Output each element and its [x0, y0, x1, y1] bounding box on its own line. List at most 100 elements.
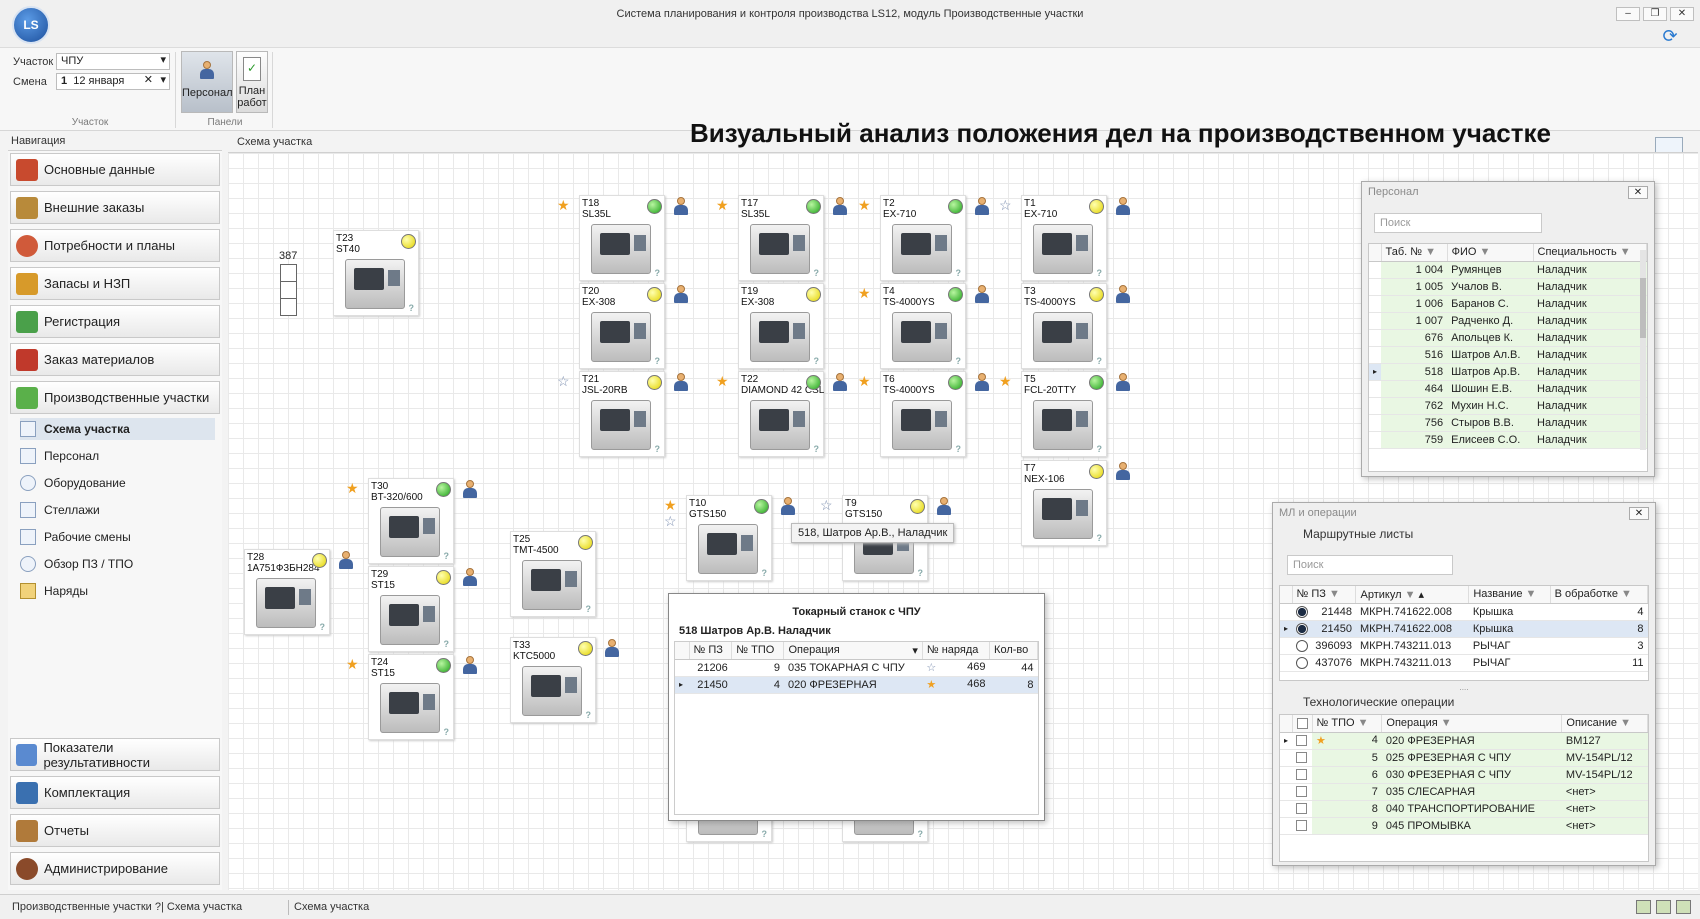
filter-icon[interactable]: ▼: [1405, 589, 1416, 601]
routes-search-input[interactable]: Поиск: [1287, 555, 1453, 575]
nav-sub-shifts[interactable]: Рабочие смены: [20, 526, 220, 548]
app-logo-icon[interactable]: LS: [12, 6, 50, 44]
help-icon[interactable]: ?: [814, 444, 820, 454]
help-icon[interactable]: ?: [1097, 356, 1103, 366]
operator-person-icon[interactable]: [973, 285, 991, 304]
close-window-button[interactable]: ✕: [1670, 7, 1694, 21]
close-icon[interactable]: ✕: [1629, 507, 1649, 520]
nav-stock-wip[interactable]: Запасы и НЗП: [10, 267, 220, 300]
layout-icon[interactable]: [1636, 900, 1651, 914]
help-icon[interactable]: ?: [409, 303, 415, 313]
operator-person-icon[interactable]: [1114, 285, 1132, 304]
help-icon[interactable]: ?: [655, 444, 661, 454]
nav-registration[interactable]: Регистрация: [10, 305, 220, 338]
operator-person-icon[interactable]: [603, 639, 621, 658]
help-icon[interactable]: ?: [586, 710, 592, 720]
star-filled-icon[interactable]: ★: [716, 374, 729, 388]
restore-button[interactable]: ❐: [1643, 7, 1667, 21]
star-outline-icon[interactable]: ☆: [999, 198, 1012, 212]
help-icon[interactable]: ?: [814, 356, 820, 366]
help-icon[interactable]: ?: [918, 568, 924, 578]
help-icon[interactable]: ?: [1097, 533, 1103, 543]
star-filled-icon[interactable]: ★: [858, 374, 871, 388]
layout-icon[interactable]: [1676, 900, 1691, 914]
operator-person-icon[interactable]: [973, 373, 991, 392]
help-icon[interactable]: ?: [762, 568, 768, 578]
row-checkbox[interactable]: [1292, 783, 1313, 801]
nav-material-order[interactable]: Заказ материалов: [10, 343, 220, 376]
row-radio[interactable]: [1296, 622, 1309, 635]
column-header[interactable]: № ПЗ: [689, 642, 733, 660]
star-outline-icon[interactable]: ☆: [557, 374, 570, 388]
table-row[interactable]: 21448 МКРН.741622.008 Крышка 4: [1280, 603, 1648, 621]
filter-icon[interactable]: ▼: [1425, 246, 1436, 258]
row-radio[interactable]: [1296, 639, 1309, 652]
row-radio[interactable]: [1296, 605, 1309, 618]
operator-person-icon[interactable]: [973, 197, 991, 216]
nav-administration[interactable]: Администрирование: [10, 852, 220, 885]
operator-person-icon[interactable]: [831, 373, 849, 392]
table-row[interactable]: ▸ 21450 4 020 ФРЕЗЕРНАЯ ★ 468 8: [675, 676, 1038, 694]
nav-basic-data[interactable]: Основные данные: [10, 153, 220, 186]
help-icon[interactable]: ?: [956, 268, 962, 278]
shift-select[interactable]: 1 12 января ✕ ▾: [56, 73, 170, 90]
filter-icon[interactable]: ▼: [1441, 717, 1452, 729]
column-header[interactable]: Операция ▼: [1381, 715, 1563, 733]
filter-icon[interactable]: ▼: [1358, 717, 1369, 729]
help-icon[interactable]: ?: [918, 829, 924, 839]
help-icon[interactable]: ?: [444, 727, 450, 737]
nav-sub-area-scheme[interactable]: Схема участка: [20, 418, 215, 440]
table-row[interactable]: 759 Елисеев С.О. Наладчик: [1369, 431, 1647, 449]
nav-performance[interactable]: Показатели результативности: [10, 738, 220, 771]
column-header[interactable]: Таб. № ▼: [1381, 244, 1448, 262]
column-header[interactable]: Кол-во: [989, 642, 1038, 660]
help-icon[interactable]: ?: [586, 604, 592, 614]
table-row[interactable]: 1 006 Баранов С. Наладчик: [1369, 295, 1647, 313]
area-select[interactable]: ЧПУ ▾: [56, 53, 170, 70]
work-plan-panel-button[interactable]: ✓ План работ: [236, 51, 268, 113]
operator-person-icon[interactable]: [935, 497, 953, 516]
table-row[interactable]: 8 040 ТРАНСПОРТИРОВАНИЕ <нет>: [1280, 800, 1648, 818]
rack[interactable]: [280, 264, 297, 316]
star-outline-icon[interactable]: ☆: [926, 661, 936, 674]
table-row[interactable]: 437076 МКРН.743211.013 РЫЧАГ 11: [1280, 654, 1648, 672]
nav-sub-equipment[interactable]: Оборудование: [20, 472, 220, 494]
column-header[interactable]: № ТПО: [731, 642, 785, 660]
filter-icon[interactable]: ▼: [1621, 588, 1632, 600]
column-header[interactable]: № ПЗ ▼: [1292, 586, 1357, 604]
filter-icon[interactable]: ▼: [1620, 717, 1631, 729]
help-icon[interactable]: ?: [655, 356, 661, 366]
table-row[interactable]: ▸ ★ 4 020 ФРЕЗЕРНАЯ ВМ127: [1280, 732, 1648, 750]
operator-person-icon[interactable]: [1114, 462, 1132, 481]
table-row[interactable]: ▸ 21450 МКРН.741622.008 Крышка 8: [1280, 620, 1648, 638]
operator-person-icon[interactable]: [461, 656, 479, 675]
column-header[interactable]: Операция ▾: [783, 642, 923, 660]
help-icon[interactable]: ?: [814, 268, 820, 278]
operator-person-icon[interactable]: [672, 197, 690, 216]
star-filled-icon[interactable]: ★: [664, 498, 677, 512]
star-filled-icon[interactable]: ★: [557, 198, 570, 212]
row-checkbox[interactable]: [1292, 800, 1313, 818]
table-row[interactable]: 1 007 Радченко Д. Наладчик: [1369, 312, 1647, 330]
operator-person-icon[interactable]: [779, 497, 797, 516]
splitter-handle[interactable]: ....: [1279, 684, 1649, 692]
table-row[interactable]: 7 035 СЛЕСАРНАЯ <нет>: [1280, 783, 1648, 801]
nav-sub-work-orders[interactable]: Наряды: [20, 580, 220, 602]
table-row[interactable]: 516 Шатров Ал.В. Наладчик: [1369, 346, 1647, 364]
clear-icon[interactable]: ✕: [144, 74, 153, 87]
layout-icon[interactable]: [1656, 900, 1671, 914]
row-checkbox[interactable]: [1292, 732, 1313, 750]
help-icon[interactable]: ?: [956, 356, 962, 366]
column-header[interactable]: Специальность ▼: [1533, 244, 1647, 262]
table-row[interactable]: 464 Шошин Е.В. Наладчик: [1369, 380, 1647, 398]
nav-needs-plans[interactable]: Потребности и планы: [10, 229, 220, 262]
minimize-button[interactable]: –: [1616, 7, 1640, 21]
filter-icon[interactable]: ▼: [1526, 588, 1537, 600]
help-icon[interactable]: ?: [1097, 268, 1103, 278]
help-icon[interactable]: ?: [762, 829, 768, 839]
operator-person-icon[interactable]: [831, 197, 849, 216]
nav-sub-racks[interactable]: Стеллажи: [20, 499, 220, 521]
column-header[interactable]: Артикул ▼ ▴: [1355, 586, 1470, 604]
star-filled-icon[interactable]: ★: [858, 286, 871, 300]
column-header[interactable]: № ТПО ▼: [1312, 715, 1383, 733]
